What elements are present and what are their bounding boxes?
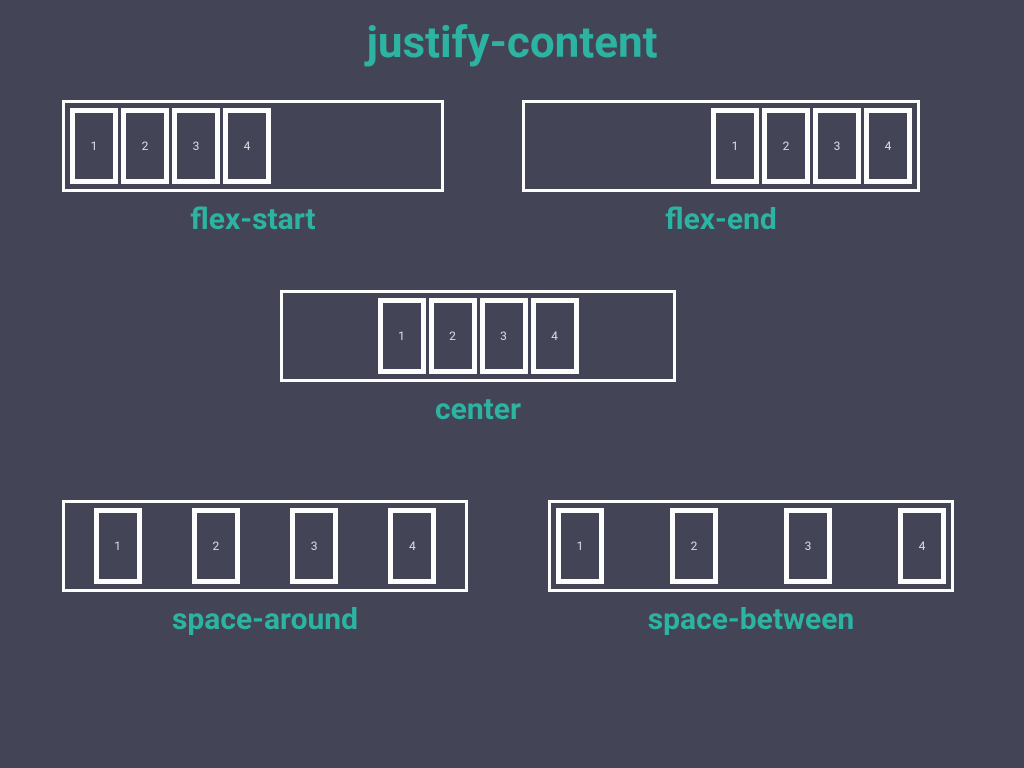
example-label: space-around (62, 602, 468, 637)
flex-item: 1 (378, 298, 426, 374)
flex-item: 2 (121, 108, 169, 184)
flex-item: 2 (429, 298, 477, 374)
flex-item: 4 (531, 298, 579, 374)
example-space-between: 1 2 3 4 space-between (548, 500, 954, 637)
flex-item: 1 (556, 508, 604, 584)
flex-item: 1 (70, 108, 118, 184)
example-flex-start: 1 2 3 4 flex-start (62, 100, 444, 237)
example-label: flex-end (522, 202, 920, 237)
flex-item: 4 (864, 108, 912, 184)
flex-container: 1 2 3 4 (62, 500, 468, 592)
flex-item: 3 (172, 108, 220, 184)
flex-container: 1 2 3 4 (548, 500, 954, 592)
flex-container: 1 2 3 4 (62, 100, 444, 192)
flex-item: 4 (388, 508, 436, 584)
flex-item: 1 (711, 108, 759, 184)
flex-item: 3 (480, 298, 528, 374)
flex-container: 1 2 3 4 (522, 100, 920, 192)
flex-item: 3 (784, 508, 832, 584)
flex-container: 1 2 3 4 (280, 290, 676, 382)
flex-item: 2 (762, 108, 810, 184)
flex-item: 3 (290, 508, 338, 584)
flex-item: 3 (813, 108, 861, 184)
example-label: space-between (548, 602, 954, 637)
example-flex-end: 1 2 3 4 flex-end (522, 100, 920, 237)
flex-item: 2 (192, 508, 240, 584)
example-space-around: 1 2 3 4 space-around (62, 500, 468, 637)
page-title: justify-content (0, 0, 1024, 68)
flex-item: 2 (670, 508, 718, 584)
example-label: flex-start (62, 202, 444, 237)
flex-item: 4 (223, 108, 271, 184)
flex-item: 1 (94, 508, 142, 584)
example-label: center (280, 392, 676, 427)
flex-item: 4 (898, 508, 946, 584)
example-center: 1 2 3 4 center (280, 290, 676, 427)
